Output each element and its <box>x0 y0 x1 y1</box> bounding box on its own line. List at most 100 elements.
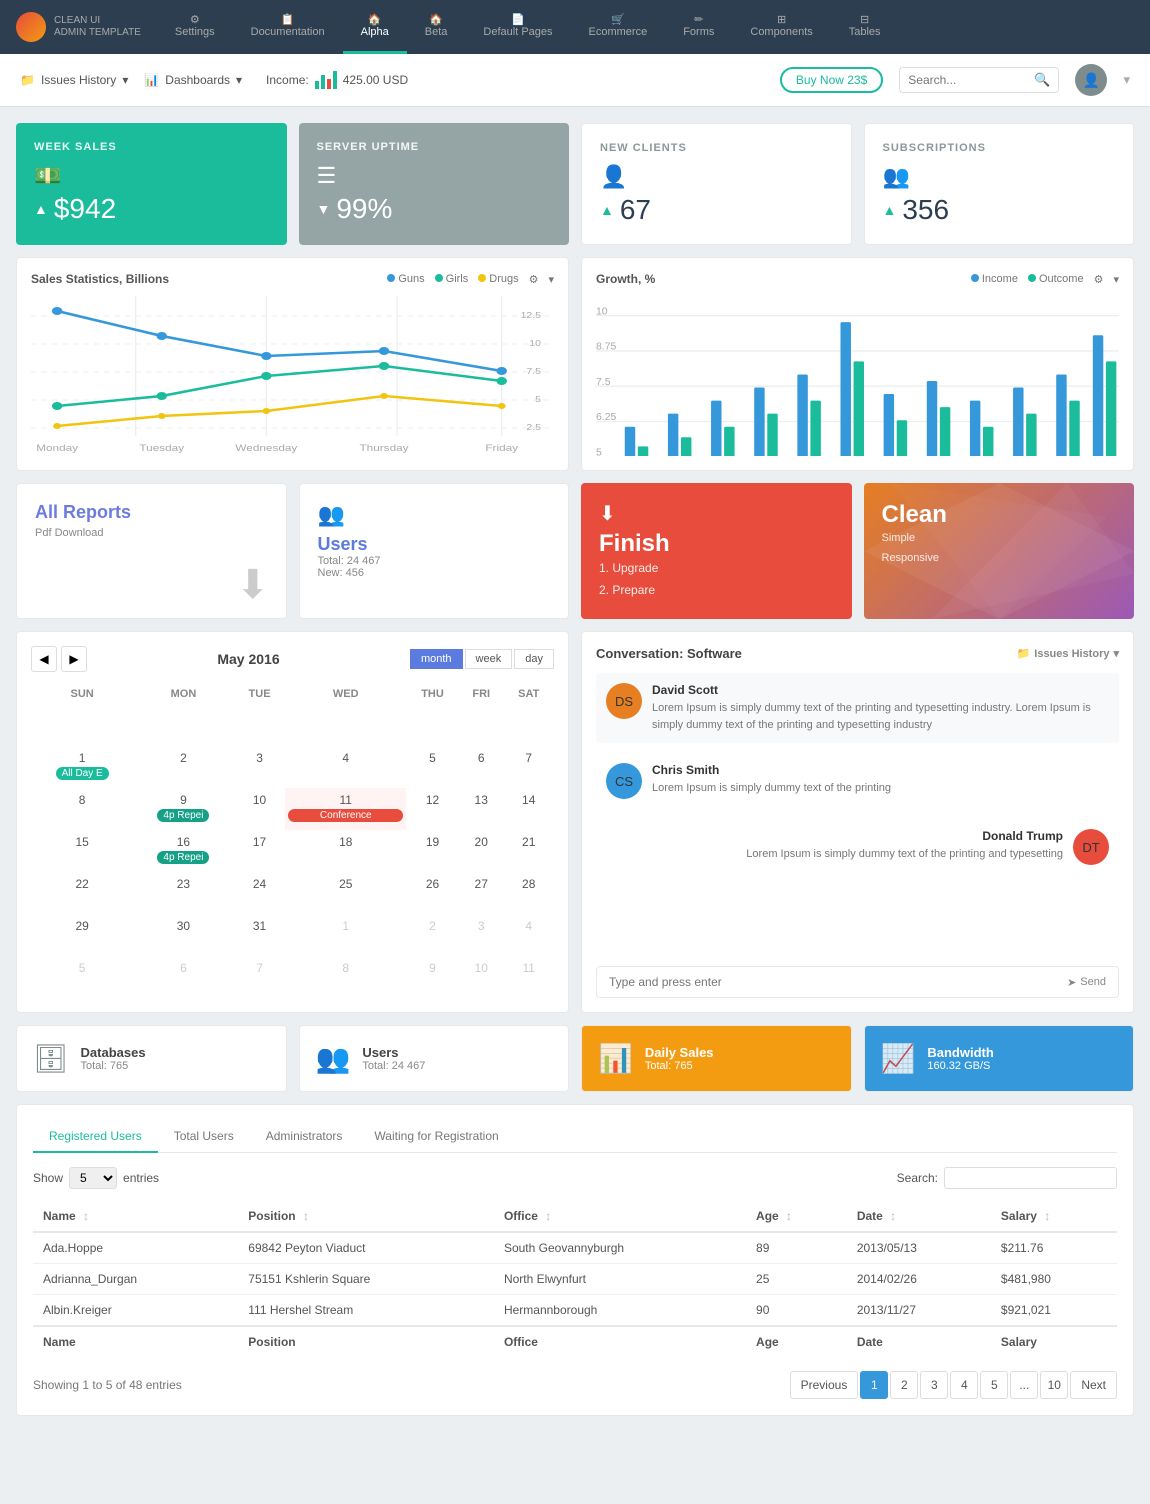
chat-input[interactable] <box>609 975 1067 989</box>
tab-total-users[interactable]: Total Users <box>158 1121 250 1153</box>
col-name[interactable]: Name ↕ <box>33 1201 238 1232</box>
send-button[interactable]: ➤ Send <box>1067 976 1106 989</box>
calendar-day[interactable]: 11 <box>503 956 554 998</box>
calendar-day[interactable]: 27 <box>459 872 504 914</box>
users-widget: 👥 Users Total: 24 467 New: 456 <box>299 483 570 619</box>
nav-documentation[interactable]: 📋 Documentation <box>233 0 343 54</box>
calendar-day[interactable]: 1All Day E <box>31 746 133 788</box>
income-section: Income: 425.00 USD <box>266 71 408 89</box>
search-input[interactable] <box>908 73 1028 87</box>
calendar-day[interactable]: 18 <box>285 830 406 872</box>
calendar-day[interactable]: 10 <box>459 956 504 998</box>
calendar-day[interactable]: 9 <box>406 956 459 998</box>
calendar-day[interactable]: 26 <box>406 872 459 914</box>
page-2-button[interactable]: 2 <box>890 1371 918 1399</box>
table-row: Adrianna_Durgan 75151 Kshlerin Square No… <box>33 1264 1117 1295</box>
col-date[interactable]: Date ↕ <box>847 1201 991 1232</box>
calendar-day[interactable]: 15 <box>31 830 133 872</box>
col-position[interactable]: Position ↕ <box>238 1201 494 1232</box>
calendar-day[interactable]: 6 <box>133 956 233 998</box>
calendar-day[interactable]: 10 <box>234 788 286 830</box>
calendar-day[interactable]: 23 <box>133 872 233 914</box>
avatar[interactable]: 👤 <box>1075 64 1107 96</box>
nav-default-pages[interactable]: 📄 Default Pages <box>465 0 570 54</box>
nav-beta[interactable]: 🏠 Beta <box>407 0 466 54</box>
nav-components[interactable]: ⊞ Components <box>732 0 830 54</box>
calendar-day[interactable]: 5 <box>31 956 133 998</box>
col-salary[interactable]: Salary ↕ <box>991 1201 1117 1232</box>
buy-now-button[interactable]: Buy Now 23$ <box>780 67 883 93</box>
calendar-day[interactable]: 6 <box>459 746 504 788</box>
tab-administrators[interactable]: Administrators <box>250 1121 359 1153</box>
page-1-button[interactable]: 1 <box>860 1371 888 1399</box>
calendar-day[interactable]: 5 <box>406 746 459 788</box>
chat-input-area: ➤ Send <box>596 966 1119 998</box>
breadcrumb-issues-history[interactable]: 📁 Issues History ▾ <box>20 73 128 87</box>
nav-ecommerce[interactable]: 🛒 Ecommerce <box>571 0 666 54</box>
calendar-day[interactable]: 3 <box>234 746 286 788</box>
calendar-day[interactable]: 17 <box>234 830 286 872</box>
page-10-button[interactable]: 10 <box>1040 1371 1068 1399</box>
col-age[interactable]: Age ↕ <box>746 1201 847 1232</box>
calendar-day[interactable]: 25 <box>285 872 406 914</box>
settings-icon[interactable]: ⚙ <box>1094 273 1104 286</box>
calendar-day[interactable]: 13 <box>459 788 504 830</box>
calendar-day[interactable]: 94p Repei <box>133 788 233 830</box>
calendar-day[interactable]: 21 <box>503 830 554 872</box>
page-ellipsis[interactable]: ... <box>1010 1371 1038 1399</box>
prev-page-button[interactable]: Previous <box>790 1371 859 1399</box>
new-clients-card: NEW CLIENTS 👤 ▲ 67 <box>581 123 852 245</box>
col-office[interactable]: Office ↕ <box>494 1201 746 1232</box>
logo[interactable]: CLEAN UI ADMIN TEMPLATE <box>0 12 157 42</box>
calendar-day[interactable]: 1 <box>285 914 406 956</box>
calendar-day[interactable]: 24 <box>234 872 286 914</box>
svg-text:Wednesday: Wednesday <box>235 444 298 453</box>
nav-settings[interactable]: ⚙ Settings <box>157 0 233 54</box>
calendar-day[interactable]: 29 <box>31 914 133 956</box>
calendar-day[interactable]: 4 <box>285 746 406 788</box>
calendar-next-button[interactable]: ▶ <box>61 646 87 672</box>
chat-history-button[interactable]: 📁 Issues History ▾ <box>1017 647 1119 660</box>
table-search-input[interactable] <box>944 1167 1117 1189</box>
calendar-day[interactable]: 22 <box>31 872 133 914</box>
page-5-button[interactable]: 5 <box>980 1371 1008 1399</box>
calendar-day[interactable]: 28 <box>503 872 554 914</box>
nav-forms[interactable]: ✏ Forms <box>665 0 732 54</box>
calendar-day[interactable]: 11Conference <box>285 788 406 830</box>
calendar-day[interactable]: 31 <box>234 914 286 956</box>
settings-icon[interactable]: ⚙ <box>529 273 539 286</box>
page-3-button[interactable]: 3 <box>920 1371 948 1399</box>
calendar-day[interactable]: 2 <box>133 746 233 788</box>
table-search: Search: <box>897 1167 1117 1189</box>
calendar-day[interactable]: 2 <box>406 914 459 956</box>
calendar-day[interactable]: 8 <box>285 956 406 998</box>
entries-select[interactable]: 5 10 25 <box>69 1167 117 1189</box>
calendar-day[interactable]: 20 <box>459 830 504 872</box>
calendar-day[interactable]: 12 <box>406 788 459 830</box>
cash-icon: 💵 <box>34 163 269 189</box>
calendar-prev-button[interactable]: ◀ <box>31 646 57 672</box>
calendar-day[interactable]: 30 <box>133 914 233 956</box>
calendar-day[interactable]: 14 <box>503 788 554 830</box>
calendar-grid: SUN MON TUE WED THU FRI SAT <box>31 684 554 998</box>
nav-tables[interactable]: ⊟ Tables <box>831 0 899 54</box>
calendar-day-view-button[interactable]: day <box>514 649 554 669</box>
table-controls: Show 5 10 25 entries Search: <box>33 1167 1117 1189</box>
nav-alpha[interactable]: 🏠 Alpha <box>343 0 407 54</box>
calendar-day[interactable]: 4 <box>503 914 554 956</box>
breadcrumb-dashboards[interactable]: 📊 Dashboards ▾ <box>144 73 242 87</box>
tab-registered-users[interactable]: Registered Users <box>33 1121 158 1153</box>
calendar-month-view-button[interactable]: month <box>410 649 463 669</box>
calendar-day[interactable]: 8 <box>31 788 133 830</box>
calendar-day[interactable]: 7 <box>234 956 286 998</box>
page-4-button[interactable]: 4 <box>950 1371 978 1399</box>
calendar-day[interactable]: 7 <box>503 746 554 788</box>
calendar-day[interactable]: 3 <box>459 914 504 956</box>
calendar-week-view-button[interactable]: week <box>465 649 513 669</box>
main-content: WEEK SALES 💵 ▲ $942 SERVER UPTIME ☰ ▼ 99… <box>0 107 1150 1432</box>
calendar-day[interactable]: 164p Repei <box>133 830 233 872</box>
calendar-day[interactable]: 19 <box>406 830 459 872</box>
next-page-button[interactable]: Next <box>1070 1371 1117 1399</box>
table-footer-row: Name Position Office Age Date Salary <box>33 1326 1117 1357</box>
tab-waiting-registration[interactable]: Waiting for Registration <box>358 1121 514 1153</box>
